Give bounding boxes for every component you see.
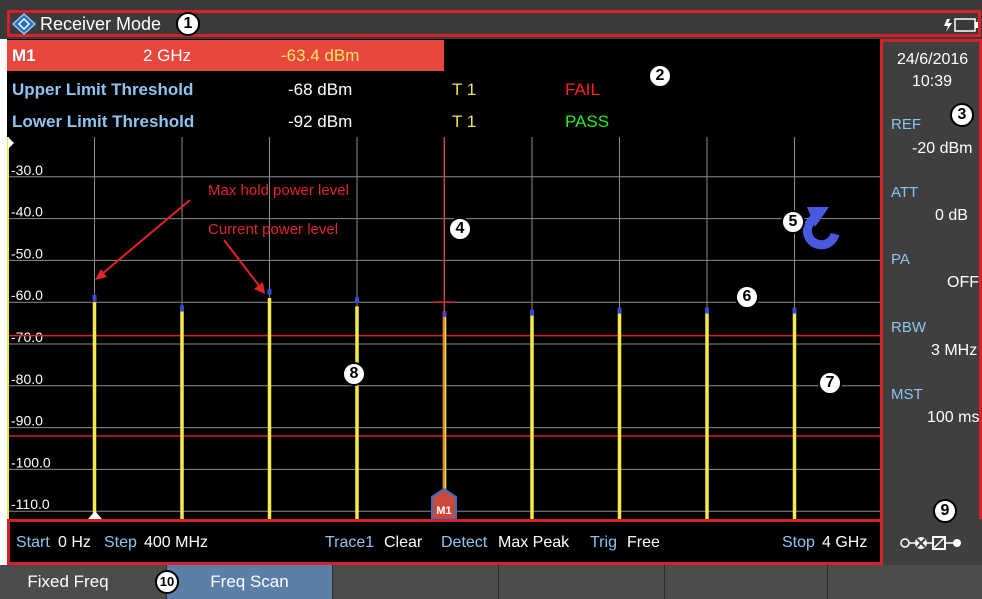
- y-tick-label: -50.0: [11, 245, 43, 261]
- current-arrowhead: [254, 282, 265, 294]
- mst-value[interactable]: 100 ms: [927, 408, 979, 428]
- ref-value[interactable]: -20 dBm: [912, 139, 972, 159]
- step-value[interactable]: 400 MHz: [144, 533, 208, 553]
- trace-label: Trace1: [325, 534, 375, 551]
- callout-8: 8: [342, 362, 366, 386]
- max-hold-point: [355, 297, 359, 304]
- lower-limit-label: Lower Limit Threshold: [12, 112, 195, 131]
- callout-1: 1: [176, 12, 200, 36]
- callout-7: 7: [818, 371, 842, 395]
- y-tick-label: -70.0: [11, 329, 43, 345]
- softkey-fixed-freq[interactable]: Fixed Freq: [0, 565, 167, 599]
- callout-9: 9: [933, 499, 957, 523]
- rbw-value[interactable]: 3 MHz: [931, 341, 977, 361]
- stop-label: Stop: [782, 534, 815, 551]
- pa-value[interactable]: OFF: [947, 273, 979, 293]
- upper-limit-trace: T 1: [452, 80, 477, 99]
- date-text: 24/6/2016: [897, 51, 969, 68]
- trig-value[interactable]: Free: [627, 533, 660, 553]
- max-hold-arrow: [101, 199, 191, 275]
- axis-top-marker: [8, 137, 14, 149]
- att-label: ATT: [891, 184, 919, 201]
- max-hold-annotation: Max hold power level: [208, 182, 349, 199]
- upper-limit-result: FAIL: [565, 80, 600, 99]
- trace-value[interactable]: Clear: [384, 533, 422, 553]
- max-hold-point: [267, 288, 272, 295]
- max-hold-point: [530, 309, 534, 316]
- detect-value[interactable]: Max Peak: [498, 533, 569, 553]
- lower-limit-value: -92 dBm: [288, 112, 353, 131]
- start-marker-triangle: [88, 511, 102, 519]
- lower-limit-trace: T 1: [452, 112, 477, 131]
- current-arrow: [223, 239, 261, 288]
- connector-icon: [900, 536, 961, 550]
- y-tick-label: -60.0: [11, 287, 43, 303]
- marker-frequency: 2 GHz: [143, 46, 192, 65]
- step-label: Step: [104, 534, 137, 551]
- att-value[interactable]: 0 dB: [935, 206, 968, 226]
- softkey-6[interactable]: [828, 565, 982, 599]
- spectrum-chart: -30.0 -40.0 -50.0 -60.0 -70.0 -80.0 -90.0 -100.…: [7, 137, 883, 519]
- softkey-4[interactable]: [499, 565, 665, 599]
- rs-logo-icon: [12, 13, 36, 35]
- mst-label: MST: [891, 386, 923, 403]
- max-hold-point: [180, 305, 184, 312]
- softkey-freq-scan[interactable]: Freq Scan: [167, 565, 333, 599]
- y-tick-label: -40.0: [11, 204, 43, 220]
- y-tick-label: -80.0: [11, 371, 43, 387]
- max-hold-point: [617, 307, 622, 314]
- callout-4: 4: [448, 217, 472, 241]
- y-tick-label: -30.0: [11, 162, 43, 178]
- max-hold-point: [92, 295, 97, 302]
- callout-5: 5: [781, 210, 805, 234]
- marker-level: -63.4 dBm: [281, 46, 360, 65]
- max-hold-point: [792, 307, 797, 314]
- max-hold-point: [705, 307, 709, 314]
- current-annotation: Current power level: [208, 221, 338, 238]
- start-label: Start: [16, 534, 50, 551]
- y-tick-label: -100.0: [11, 454, 51, 470]
- time-text: 10:39: [912, 73, 953, 90]
- mode-title: Receiver Mode: [40, 14, 162, 34]
- callout-6: 6: [735, 285, 759, 309]
- refresh-icon[interactable]: [802, 207, 840, 250]
- trig-label: Trig: [590, 534, 617, 551]
- start-value[interactable]: 0 Hz: [58, 533, 91, 553]
- pa-label: PA: [891, 251, 910, 268]
- softkey-5[interactable]: [665, 565, 828, 599]
- callout-3: 3: [950, 103, 974, 127]
- softkey-3[interactable]: [333, 565, 499, 599]
- marker-label: M1: [12, 46, 36, 65]
- ref-label: REF: [891, 116, 921, 133]
- stop-value[interactable]: 4 GHz: [822, 533, 867, 553]
- detect-label: Detect: [441, 534, 488, 551]
- battery-icon: [944, 18, 978, 32]
- rbw-label: RBW: [891, 319, 926, 336]
- upper-limit-label: Upper Limit Threshold: [12, 80, 194, 99]
- callout-10: 10: [155, 570, 179, 594]
- upper-limit-value: -68 dBm: [288, 80, 353, 99]
- marker-flag[interactable]: M1: [431, 487, 457, 519]
- y-tick-label: -90.0: [11, 413, 43, 429]
- marker-readout-bar[interactable]: [7, 40, 444, 71]
- callout-2: 2: [648, 64, 672, 88]
- lower-limit-result: PASS: [565, 112, 610, 131]
- y-tick-label: -110.0: [11, 496, 50, 512]
- svg-text:M1: M1: [436, 505, 451, 517]
